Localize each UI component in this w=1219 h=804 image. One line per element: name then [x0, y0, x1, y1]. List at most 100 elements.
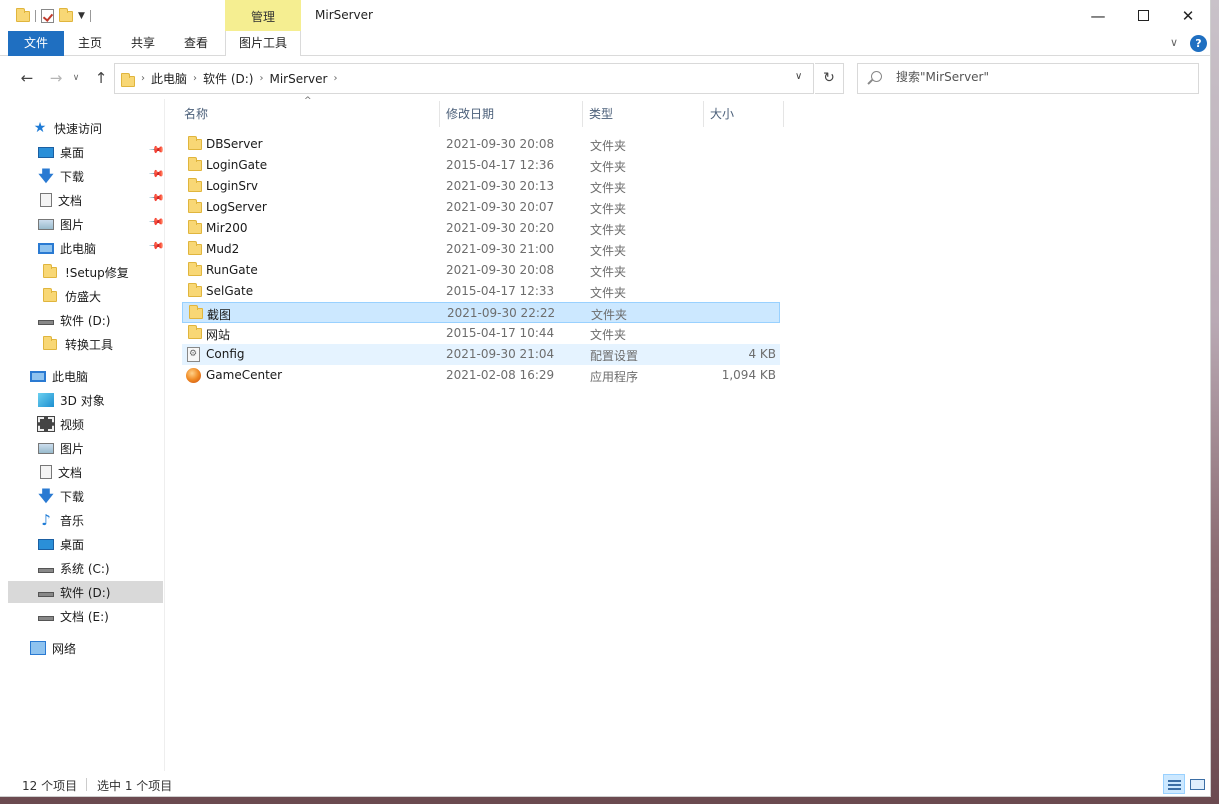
recent-locations-button[interactable]: ∨ [70, 67, 82, 89]
nav-label: 网络 [52, 641, 77, 656]
tab-share[interactable]: 共享 [118, 31, 168, 56]
maximize-button[interactable] [1120, 0, 1166, 31]
tab-picture-tools[interactable]: 图片工具 [225, 31, 301, 56]
tab-file[interactable]: 文件 [8, 31, 64, 56]
3d-objects-icon [38, 393, 54, 407]
table-row[interactable]: 网站 2015-04-17 10:44 文件夹 [182, 323, 780, 344]
table-row[interactable]: Mir200 2021-09-30 20:20 文件夹 [182, 218, 780, 239]
new-folder-icon[interactable] [59, 7, 73, 22]
file-type: 文件夹 [590, 202, 627, 216]
column-name[interactable]: 名称 [178, 101, 440, 127]
file-type: 文件夹 [590, 328, 627, 342]
manage-context-tab[interactable]: 管理 [225, 0, 301, 31]
pin-icon[interactable]: 📌 [148, 214, 165, 231]
nav-network[interactable]: 网络 [30, 637, 185, 659]
file-date: 2015-04-17 12:33 [446, 284, 555, 298]
tab-view[interactable]: 查看 [172, 31, 220, 56]
breadcrumb: › 此电脑 › 软件 (D:) › MirServer › [141, 64, 337, 93]
nav-label: 图片 [60, 217, 85, 232]
file-name: RunGate [206, 263, 258, 277]
table-row[interactable]: Config 2021-09-30 21:04 配置设置 4 KB [182, 344, 780, 365]
table-row[interactable]: LoginSrv 2021-09-30 20:13 文件夹 [182, 176, 780, 197]
refresh-button[interactable]: ↻ [815, 63, 844, 94]
table-row[interactable]: DBServer 2021-09-30 20:08 文件夹 [182, 134, 780, 155]
desktop-icon [38, 539, 54, 550]
file-name: Mud2 [206, 242, 240, 256]
file-name: 网站 [206, 328, 231, 342]
table-row[interactable]: LogServer 2021-09-30 20:07 文件夹 [182, 197, 780, 218]
toolbar-separator [35, 10, 36, 22]
back-button[interactable]: ← [16, 67, 38, 89]
column-date-modified[interactable]: 修改日期 [440, 101, 583, 127]
breadcrumb-drive-d[interactable]: 软件 (D:) [203, 70, 253, 87]
folder-icon [188, 262, 202, 276]
nav-item-drive-d[interactable]: 软件 (D:) [8, 581, 163, 603]
breadcrumb-this-pc[interactable]: 此电脑 [151, 70, 187, 87]
chevron-right-icon[interactable]: › [193, 73, 197, 84]
table-row[interactable]: GameCenter 2021-02-08 16:29 应用程序 1,094 K… [182, 365, 780, 386]
explorer-window: ▼ 管理 MirServer — ✕ 文件 主页 共享 查看 图片工具 ∨ ? … [0, 0, 1211, 797]
navigation-pane: ★ 快速访问 桌面 📌 🡇 下载 📌 文档 📌 图片 📌 此电脑 📌 !Setu… [8, 99, 165, 771]
navigation-bar: ← → ∨ ↑ › 此电脑 › 软件 (D:) › MirServer › ∨ … [0, 57, 1210, 99]
file-date: 2021-09-30 20:20 [446, 221, 555, 235]
minimize-button[interactable]: — [1075, 0, 1121, 31]
drive-icon [38, 591, 54, 597]
chevron-right-icon[interactable]: › [141, 73, 145, 84]
details-view-icon [1168, 780, 1181, 782]
table-row[interactable]: 截图 2021-09-30 22:22 文件夹 [182, 302, 780, 323]
chevron-down-icon[interactable]: ∨ [795, 71, 802, 82]
toolbar-separator [89, 10, 91, 22]
table-row[interactable]: Mud2 2021-09-30 21:00 文件夹 [182, 239, 780, 260]
folder-icon [188, 241, 202, 255]
drive-icon [38, 319, 54, 325]
column-size[interactable]: 大小 [704, 101, 784, 127]
chevron-right-icon[interactable]: › [259, 73, 263, 84]
file-date: 2021-09-30 20:08 [446, 137, 555, 151]
search-input[interactable] [896, 70, 1186, 84]
file-type: 配置设置 [590, 349, 639, 363]
table-row[interactable]: LoginGate 2015-04-17 12:36 文件夹 [182, 155, 780, 176]
table-row[interactable]: SelGate 2015-04-17 12:33 文件夹 [182, 281, 780, 302]
file-type: 文件夹 [590, 181, 627, 195]
search-box[interactable] [857, 63, 1199, 94]
chevron-right-icon[interactable]: › [333, 73, 337, 84]
file-type: 文件夹 [590, 139, 627, 153]
file-type: 文件夹 [590, 160, 627, 174]
pin-icon[interactable]: 📌 [148, 142, 165, 159]
close-button[interactable]: ✕ [1165, 0, 1210, 31]
file-date: 2021-09-30 20:08 [446, 263, 555, 277]
nav-label: 转换工具 [65, 337, 114, 352]
details-view-icon [1168, 788, 1181, 790]
expand-ribbon-icon[interactable]: ∨ [1170, 36, 1178, 49]
address-bar[interactable]: › 此电脑 › 软件 (D:) › MirServer › ∨ [114, 63, 814, 94]
help-icon[interactable]: ? [1190, 35, 1207, 52]
file-name: Mir200 [206, 221, 248, 235]
forward-button[interactable]: → [45, 67, 67, 89]
network-icon [30, 641, 46, 655]
nav-quick-access[interactable]: ★ 快速访问 [32, 117, 187, 139]
nav-this-pc[interactable]: 此电脑 [30, 365, 185, 387]
nav-label: !Setup修复 [65, 265, 129, 280]
properties-icon[interactable] [41, 9, 54, 23]
file-date: 2021-09-30 21:04 [446, 347, 555, 361]
folder-icon [188, 199, 202, 213]
up-button[interactable]: ↑ [90, 67, 112, 89]
table-row[interactable]: RunGate 2021-09-30 20:08 文件夹 [182, 260, 780, 281]
breadcrumb-mirserver[interactable]: MirServer [269, 72, 327, 86]
nav-label: 文档 [58, 193, 83, 208]
details-view-button[interactable] [1163, 774, 1185, 794]
file-name: LoginGate [206, 158, 268, 172]
chevron-down-icon[interactable]: ▼ [78, 11, 85, 21]
column-type[interactable]: 类型 [583, 101, 704, 127]
search-icon [871, 71, 882, 82]
pin-icon[interactable]: 📌 [148, 190, 165, 207]
large-icons-view-button[interactable] [1186, 774, 1208, 794]
pin-icon[interactable]: 📌 [148, 238, 165, 255]
file-name: GameCenter [206, 368, 283, 382]
tab-home[interactable]: 主页 [66, 31, 114, 56]
pin-icon[interactable]: 📌 [148, 166, 165, 183]
window-title: MirServer [315, 8, 373, 22]
nav-label: 3D 对象 [60, 393, 105, 408]
desktop-icon [38, 147, 54, 158]
folder-icon[interactable] [16, 7, 30, 22]
